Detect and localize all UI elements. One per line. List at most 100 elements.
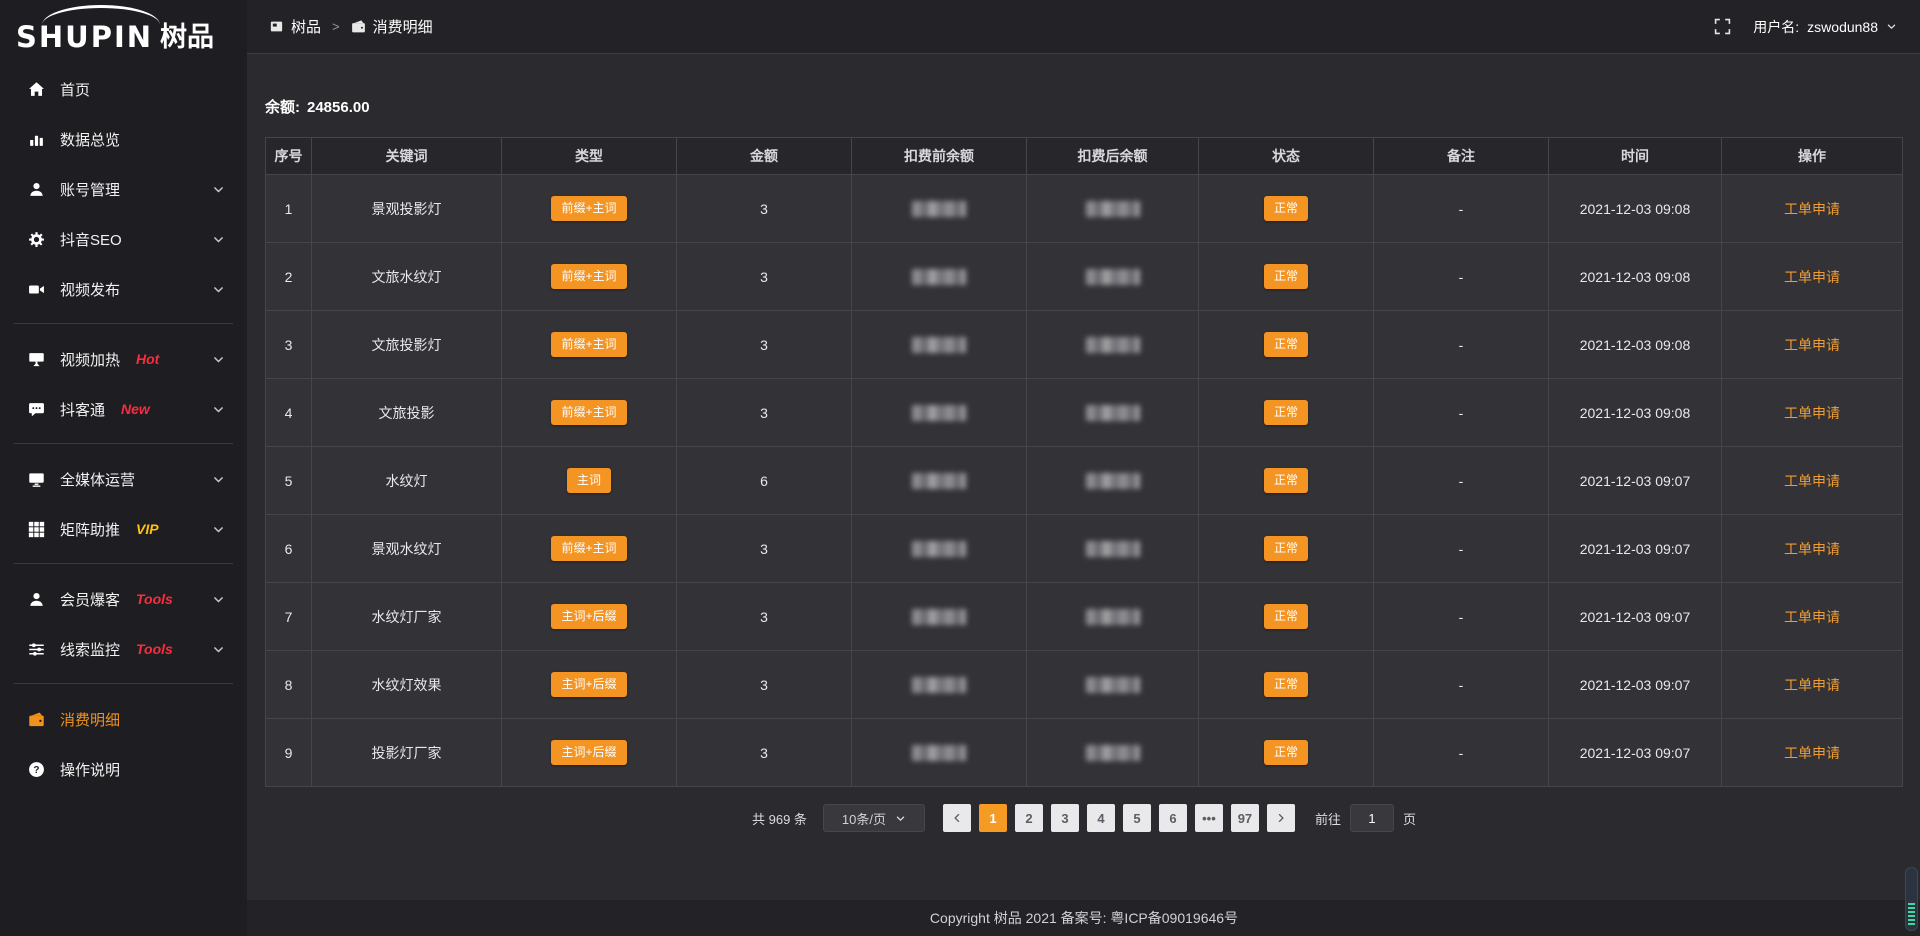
sidebar-item-home[interactable]: 首页 <box>0 64 247 114</box>
table-row: 5水纹灯主词6正常-2021-12-03 09:07工单申请 <box>266 447 1903 515</box>
page-button-1[interactable]: 1 <box>979 804 1007 832</box>
cell-balance-after <box>1027 583 1199 651</box>
page-button-5[interactable]: 5 <box>1123 804 1151 832</box>
balance-value: 24856.00 <box>307 99 370 116</box>
sidebar-item-video-publish[interactable]: 视频发布 <box>0 264 247 314</box>
sidebar-item-douketong[interactable]: 抖客通New <box>0 384 247 434</box>
breadcrumb-item-consume-detail[interactable]: 消费明细 <box>351 16 433 37</box>
type-badge: 前缀+主词 <box>551 332 626 356</box>
page-buttons: 123456 ••• 97 <box>979 804 1259 832</box>
breadcrumb-item-shupin[interactable]: 树品 <box>269 16 321 37</box>
sidebar-item-label: 视频发布 <box>60 279 120 300</box>
column-header: 时间 <box>1549 138 1722 175</box>
app-root: SHUPIN 树品 首页数据总览账号管理抖音SEO视频发布视频加热Hot抖客通N… <box>0 0 1920 936</box>
sidebar-item-douyin-seo[interactable]: 抖音SEO <box>0 214 247 264</box>
ticket-apply-link[interactable]: 工单申请 <box>1784 269 1840 285</box>
sidebar-item-account-manage[interactable]: 账号管理 <box>0 164 247 214</box>
cell-type: 主词+后缀 <box>502 719 677 787</box>
chat-icon <box>28 401 45 418</box>
page-button-97[interactable]: 97 <box>1231 804 1259 832</box>
prev-page-button[interactable] <box>943 804 971 832</box>
sidebar-item-clue-monitor[interactable]: 线索监控Tools <box>0 624 247 674</box>
goto-page-input[interactable] <box>1350 804 1394 832</box>
sidebar-item-media-operation[interactable]: 全媒体运营 <box>0 454 247 504</box>
ticket-apply-link[interactable]: 工单申请 <box>1784 405 1840 421</box>
sidebar-item-member-baoke[interactable]: 会员爆客Tools <box>0 574 247 624</box>
cell-action: 工单申请 <box>1722 515 1903 583</box>
status-badge: 正常 <box>1264 536 1308 560</box>
goto-label: 前往 <box>1315 809 1341 828</box>
masked-value <box>912 201 966 217</box>
sidebar-item-tag: New <box>121 401 150 417</box>
type-badge: 主词+后缀 <box>551 740 626 764</box>
masked-value <box>912 473 966 489</box>
cell-keyword: 文旅水纹灯 <box>312 243 502 311</box>
cell-index: 5 <box>266 447 312 515</box>
ticket-apply-link[interactable]: 工单申请 <box>1784 541 1840 557</box>
cell-index: 3 <box>266 311 312 379</box>
cell-amount: 3 <box>677 719 852 787</box>
page-button-4[interactable]: 4 <box>1087 804 1115 832</box>
ticket-apply-link[interactable]: 工单申请 <box>1784 609 1840 625</box>
status-badge: 正常 <box>1264 740 1308 764</box>
user-icon <box>28 591 45 608</box>
cell-index: 4 <box>266 379 312 447</box>
cell-keyword: 水纹灯效果 <box>312 651 502 719</box>
username-value: zswodun88 <box>1807 19 1878 35</box>
sidebar-divider <box>14 683 233 684</box>
type-badge: 前缀+主词 <box>551 264 626 288</box>
page-ellipsis[interactable]: ••• <box>1195 804 1223 832</box>
page-size-select[interactable]: 10条/页 <box>823 804 925 832</box>
gear-icon <box>28 231 45 248</box>
status-badge: 正常 <box>1264 196 1308 220</box>
sidebar-item-video-heat[interactable]: 视频加热Hot <box>0 334 247 384</box>
table-row: 9投影灯厂家主词+后缀3正常-2021-12-03 09:07工单申请 <box>266 719 1903 787</box>
cell-time: 2021-12-03 09:08 <box>1549 243 1722 311</box>
breadcrumb: 树品 > 消费明细 <box>269 16 433 37</box>
ticket-apply-link[interactable]: 工单申请 <box>1784 201 1840 217</box>
sidebar-item-consume-detail[interactable]: 消费明细 <box>0 694 247 744</box>
cell-index: 2 <box>266 243 312 311</box>
ticket-apply-link[interactable]: 工单申请 <box>1784 473 1840 489</box>
chevron-down-icon <box>212 353 225 366</box>
goto-page: 前往 页 <box>1315 804 1416 832</box>
sidebar-nav: 首页数据总览账号管理抖音SEO 视频发布视频加热Hot抖客通New 全媒体运营矩阵助… <box>0 64 247 794</box>
cell-time: 2021-12-03 09:07 <box>1549 583 1722 651</box>
chevron-down-icon <box>212 473 225 486</box>
user-icon <box>28 181 45 198</box>
cell-remark: - <box>1374 243 1549 311</box>
masked-value <box>912 609 966 625</box>
sidebar-item-tag: Tools <box>136 591 173 607</box>
status-badge: 正常 <box>1264 672 1308 696</box>
sidebar-item-label: 消费明细 <box>60 709 120 730</box>
cell-index: 6 <box>266 515 312 583</box>
cell-balance-before <box>852 379 1027 447</box>
cell-type: 前缀+主词 <box>502 515 677 583</box>
ticket-apply-link[interactable]: 工单申请 <box>1784 745 1840 761</box>
cell-time: 2021-12-03 09:07 <box>1549 651 1722 719</box>
scroll-widget[interactable] <box>1905 867 1918 931</box>
ticket-apply-link[interactable]: 工单申请 <box>1784 677 1840 693</box>
cell-type: 主词+后缀 <box>502 583 677 651</box>
table-row: 4文旅投影前缀+主词3正常-2021-12-03 09:08工单申请 <box>266 379 1903 447</box>
sidebar-item-matrix-boost[interactable]: 矩阵助推VIP <box>0 504 247 554</box>
cell-status: 正常 <box>1199 175 1374 243</box>
cell-keyword: 投影灯厂家 <box>312 719 502 787</box>
next-page-button[interactable] <box>1267 804 1295 832</box>
fullscreen-icon[interactable] <box>1714 18 1731 35</box>
masked-value <box>1086 405 1140 421</box>
sidebar-item-operation-guide[interactable]: ?操作说明 <box>0 744 247 794</box>
sidebar: SHUPIN 树品 首页数据总览账号管理抖音SEO视频发布视频加热Hot抖客通N… <box>0 0 247 936</box>
page-button-2[interactable]: 2 <box>1015 804 1043 832</box>
table-row: 7水纹灯厂家主词+后缀3正常-2021-12-03 09:07工单申请 <box>266 583 1903 651</box>
page-button-3[interactable]: 3 <box>1051 804 1079 832</box>
sidebar-item-label: 抖音SEO <box>60 229 122 250</box>
cell-action: 工单申请 <box>1722 583 1903 651</box>
user-dropdown[interactable]: 用户名: zswodun88 <box>1753 17 1897 37</box>
page-button-6[interactable]: 6 <box>1159 804 1187 832</box>
cell-remark: - <box>1374 447 1549 515</box>
cell-index: 1 <box>266 175 312 243</box>
pagination-total: 共 969 条 <box>752 809 807 828</box>
ticket-apply-link[interactable]: 工单申请 <box>1784 337 1840 353</box>
sidebar-item-data-overview[interactable]: 数据总览 <box>0 114 247 164</box>
